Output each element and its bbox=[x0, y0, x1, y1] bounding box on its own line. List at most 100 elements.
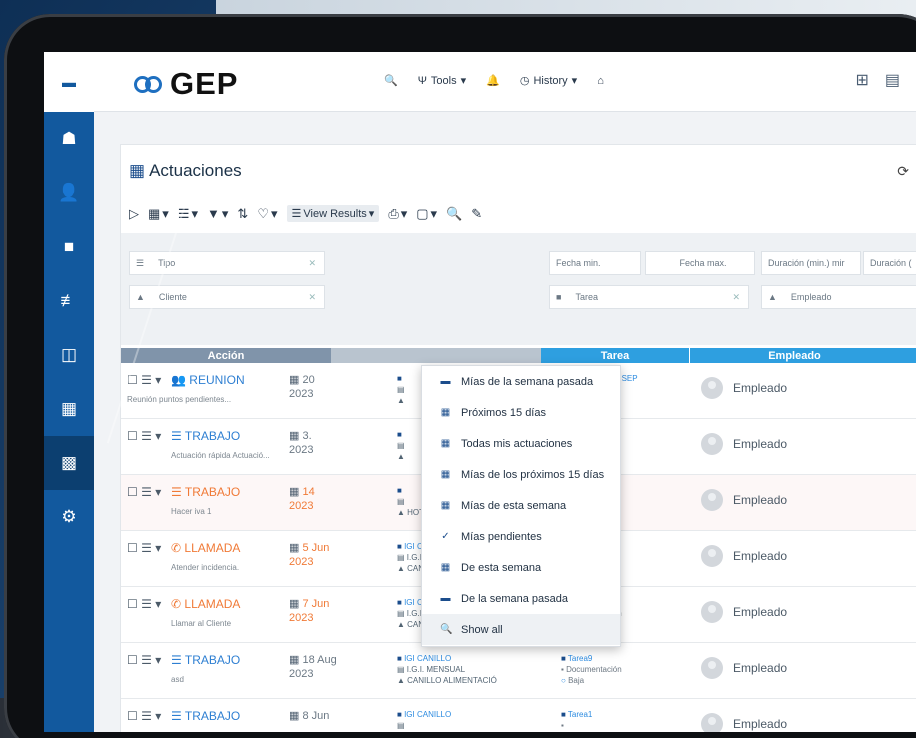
sidebar-item-work[interactable]: ■ bbox=[44, 220, 94, 274]
empleado-filter[interactable]: ▲ Empleado bbox=[761, 285, 916, 309]
sidebar-item-actuaciones[interactable]: ▩ bbox=[44, 436, 94, 490]
employee-name: Empleado bbox=[733, 605, 788, 619]
sidebar-item-settings[interactable]: ⚙ bbox=[44, 490, 94, 544]
calendar-icon: ▦ bbox=[289, 374, 300, 386]
list-icon[interactable]: ☰ bbox=[141, 373, 152, 387]
task-name[interactable]: Tarea1 bbox=[568, 710, 592, 719]
export-menu[interactable]: ▢ ▾ bbox=[416, 206, 437, 222]
list-icon[interactable]: ☰ bbox=[141, 597, 152, 611]
tipo-filter[interactable]: ☰ Tipo ✕ bbox=[129, 251, 325, 275]
header-extra[interactable] bbox=[899, 348, 916, 363]
refresh-icon[interactable]: ⟳ bbox=[897, 163, 909, 180]
action-type[interactable]: ☰ TRABAJO bbox=[171, 653, 240, 667]
view-results-button[interactable]: ☰ View Results ▾ bbox=[286, 205, 380, 222]
list-icon[interactable]: ☰ bbox=[141, 429, 152, 443]
dropdown-item[interactable]: ▦ Todas mis actuaciones bbox=[422, 428, 620, 459]
sitemap-icon: ≢ bbox=[60, 291, 78, 310]
table-row[interactable]: ☐ ☰ ▾ ☰ TRABAJO asd ▦ 18 Aug 2023 ■ IGI CANIL… bbox=[121, 643, 916, 699]
dropdown-item-label: Próximos 15 días bbox=[461, 406, 546, 419]
fecha-min-filter[interactable]: Fecha min. bbox=[549, 251, 641, 275]
clear-icon[interactable]: ✕ bbox=[732, 292, 740, 303]
action-date: ▦ 7 Jun 2023 bbox=[289, 597, 329, 625]
action-description: Llamar al Cliente bbox=[171, 619, 232, 628]
dropdown-item[interactable]: ▦ Mías de esta semana bbox=[422, 490, 620, 521]
checkbox[interactable]: ☐ bbox=[127, 709, 138, 723]
chevron-down-icon[interactable]: ▾ bbox=[155, 429, 161, 443]
favorites-menu[interactable]: ♡ ▾ bbox=[257, 206, 277, 222]
checkbox[interactable]: ☐ bbox=[127, 597, 138, 611]
dropdown-item[interactable]: ▦ Próximos 15 días bbox=[422, 397, 620, 428]
chevron-down-icon[interactable]: ▾ bbox=[155, 653, 161, 667]
header-tarea[interactable]: Tarea bbox=[541, 348, 689, 363]
action-type[interactable]: 👥 REUNION bbox=[171, 373, 245, 387]
checkbox[interactable]: ☐ bbox=[127, 653, 138, 667]
list-icon[interactable]: ☰ bbox=[141, 653, 152, 667]
doc-icon: ▤ bbox=[397, 609, 405, 618]
checkbox[interactable]: ☐ bbox=[127, 541, 138, 555]
org-chart-icon[interactable]: ⊞ bbox=[855, 70, 868, 90]
chevron-down-icon[interactable]: ▾ bbox=[155, 485, 161, 499]
header-empleado[interactable]: Empleado bbox=[689, 348, 899, 363]
tools-menu[interactable]: Ψ Tools ▾ bbox=[418, 74, 466, 88]
action-type[interactable]: ✆ LLAMADA bbox=[171, 541, 240, 555]
action-type[interactable]: ☰ TRABAJO bbox=[171, 709, 240, 723]
search-icon[interactable]: 🔍 bbox=[384, 74, 398, 87]
dropdown-item[interactable]: ▬ Mías de la semana pasada bbox=[422, 366, 620, 397]
action-description: Actuación rápida Actuació... bbox=[171, 451, 270, 460]
dropdown-item[interactable]: ▦ De esta semana bbox=[422, 552, 620, 583]
chevron-down-icon[interactable]: ▾ bbox=[155, 373, 161, 387]
dropdown-item[interactable]: ✓ Mías pendientes bbox=[422, 521, 620, 552]
sidebar-item-calendar[interactable]: ▦ bbox=[44, 382, 94, 436]
dropdown-item[interactable]: ▦ Mías de los próximos 15 días bbox=[422, 459, 620, 490]
chevron-down-icon[interactable]: ▾ bbox=[155, 597, 161, 611]
action-type[interactable]: ☰ TRABAJO bbox=[171, 485, 240, 499]
duracion-min-filter[interactable]: Duración (min.) mir bbox=[761, 251, 861, 275]
checkbox[interactable]: ☐ bbox=[127, 485, 138, 499]
avatar bbox=[701, 657, 723, 679]
action-type[interactable]: ✆ LLAMADA bbox=[171, 597, 240, 611]
tarea-filter[interactable]: ■ Tarea ✕ bbox=[549, 285, 749, 309]
row-controls: ☐ ☰ ▾ bbox=[127, 653, 161, 667]
clear-icon[interactable]: ✕ bbox=[308, 258, 316, 269]
task-priority: Baja bbox=[568, 676, 585, 685]
table-row[interactable]: ☐ ☰ ▾☰ TRABAJO▦ 8 Jun■ IGI CANILLO▤ ▲ ■ … bbox=[121, 699, 916, 732]
dropdown-item[interactable]: ▬ De la semana pasada bbox=[422, 583, 620, 614]
calendar-icon: ▦ bbox=[289, 654, 300, 666]
duracion-max-filter[interactable]: Duración ( bbox=[863, 251, 916, 275]
sort-icon[interactable]: ⇅ bbox=[237, 206, 248, 222]
print-menu[interactable]: ⎙ ▾ bbox=[388, 206, 407, 222]
chevron-down-icon[interactable]: ▾ bbox=[155, 709, 161, 723]
header-accion[interactable]: Acción bbox=[121, 348, 331, 363]
logo[interactable]: GEP bbox=[134, 66, 238, 102]
checkbox[interactable]: ☐ bbox=[127, 429, 138, 443]
employee-name: Empleado bbox=[733, 381, 788, 395]
menu-toggle-button[interactable]: ▬ bbox=[44, 52, 94, 112]
brush-icon[interactable]: ✎ bbox=[471, 206, 482, 222]
doc-icon: ▤ bbox=[397, 553, 405, 562]
sidebar-item-structure[interactable]: ≢ bbox=[44, 274, 94, 328]
date-year: 2023 bbox=[289, 556, 314, 568]
top-right-actions: ⊞ ▤ bbox=[855, 70, 900, 90]
list-icon[interactable]: ☰ bbox=[141, 709, 152, 723]
new-icon[interactable]: ▷ bbox=[129, 206, 139, 222]
fecha-max-filter[interactable]: Fecha max. bbox=[645, 251, 755, 275]
home-icon[interactable]: ⌂ bbox=[597, 75, 604, 87]
task-name[interactable]: Tarea9 bbox=[568, 654, 592, 663]
history-menu[interactable]: ◷ History ▾ bbox=[520, 74, 577, 88]
sidebar-item-panels[interactable]: ◫ bbox=[44, 328, 94, 382]
clear-icon[interactable]: ✕ bbox=[308, 292, 316, 303]
dropdown-item[interactable]: 🔍 Show all bbox=[422, 614, 620, 645]
list-icon[interactable]: ☰ bbox=[141, 485, 152, 499]
chevron-down-icon[interactable]: ▾ bbox=[155, 541, 161, 555]
bell-icon[interactable]: 🔔 bbox=[486, 74, 500, 87]
layout-menu[interactable]: ▦ ▾ bbox=[148, 206, 169, 222]
search-icon[interactable]: 🔍 bbox=[446, 206, 462, 222]
header-cliente[interactable] bbox=[331, 348, 541, 363]
list-icon[interactable]: ☰ bbox=[141, 541, 152, 555]
action-type[interactable]: ☰ TRABAJO bbox=[171, 429, 240, 443]
sidebar-item-users[interactable]: 👤 bbox=[44, 166, 94, 220]
date-day: 20 bbox=[302, 374, 315, 386]
sidebar-item-clients[interactable]: ☗ bbox=[44, 112, 94, 166]
document-icon[interactable]: ▤ bbox=[885, 70, 900, 90]
filter-menu[interactable]: ▼ ▾ bbox=[207, 206, 228, 222]
